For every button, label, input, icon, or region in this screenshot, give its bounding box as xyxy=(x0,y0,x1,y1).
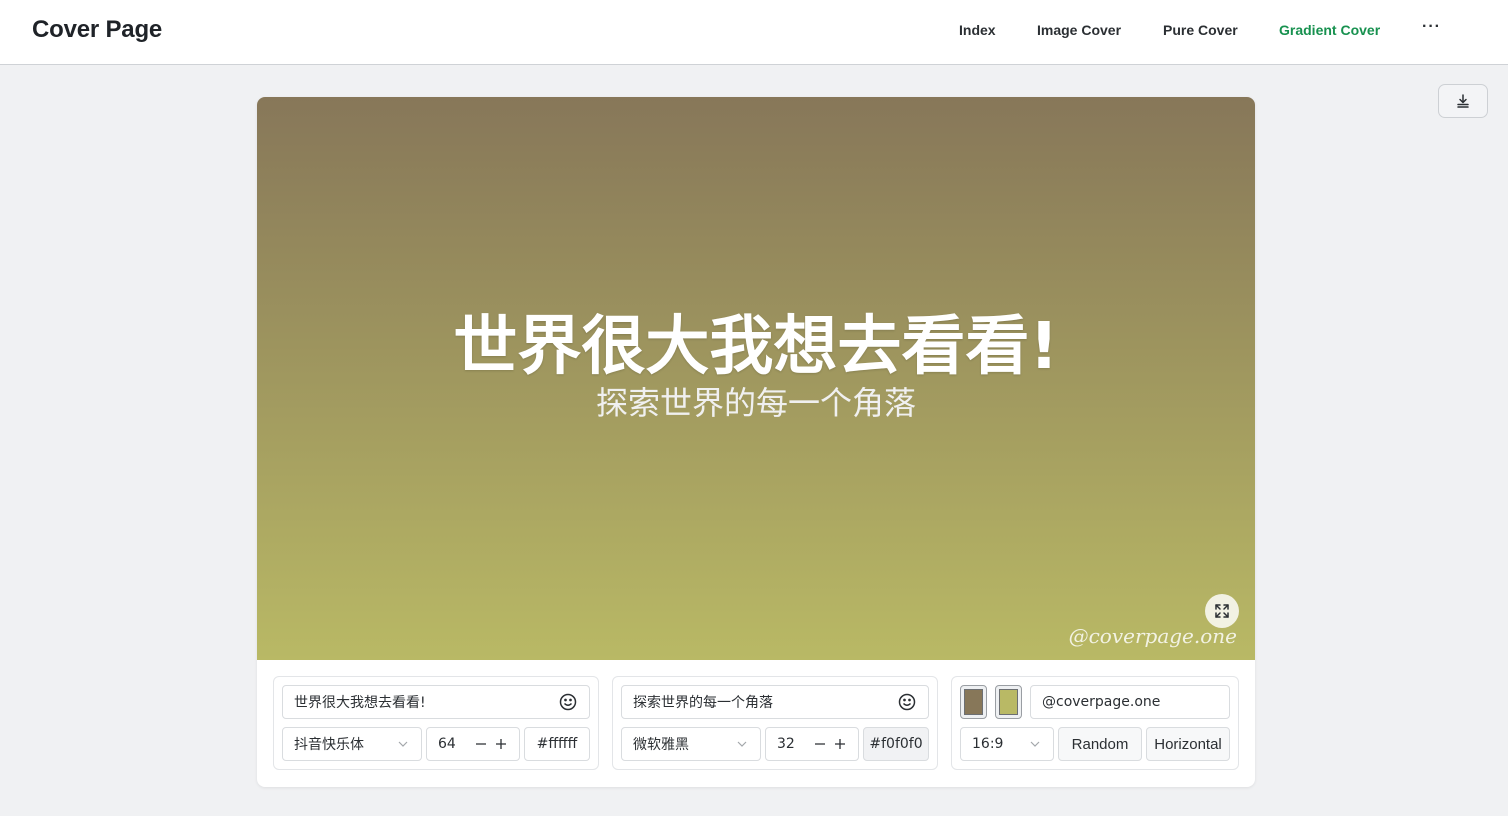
plus-icon[interactable] xyxy=(833,737,847,751)
cover-subtitle: 探索世界的每一个角落 xyxy=(595,384,916,422)
chevron-down-icon xyxy=(1028,737,1042,751)
cover-preview: 世界很大我想去看看! 探索世界的每一个角落 @coverpage.one xyxy=(257,97,1255,660)
smiley-icon[interactable] xyxy=(897,692,917,712)
gradient-start-swatch xyxy=(964,689,983,715)
download-icon xyxy=(1457,94,1469,108)
aspect-ratio-select[interactable]: 16:9 xyxy=(960,727,1054,761)
subtitle-size-value: 32 xyxy=(777,736,795,752)
watermark-input[interactable]: @coverpage.one xyxy=(1030,685,1230,719)
minus-icon[interactable] xyxy=(813,737,827,751)
gradient-end-swatch xyxy=(999,689,1018,715)
subtitle-color-value: #f0f0f0 xyxy=(869,736,923,752)
subtitle-font-select[interactable]: 微软雅黑 xyxy=(621,727,761,761)
subtitle-font-value: 微软雅黑 xyxy=(633,737,689,753)
nav-item-pure-cover[interactable]: Pure Cover xyxy=(1163,22,1238,38)
title-font-value: 抖音快乐体 xyxy=(294,737,364,753)
cover-title: 世界很大我想去看看! xyxy=(453,310,1059,384)
expand-icon xyxy=(1215,604,1229,618)
subtitle-text-input[interactable]: 探索世界的每一个角落 xyxy=(621,685,929,719)
gradient-start-color-picker[interactable] xyxy=(960,685,987,719)
nav-item-gradient-cover[interactable]: Gradient Cover xyxy=(1279,22,1380,38)
title-font-select[interactable]: 抖音快乐体 xyxy=(282,727,422,761)
chevron-down-icon xyxy=(396,737,410,751)
gradient-end-color-picker[interactable] xyxy=(995,685,1022,719)
title-color-input[interactable]: #ffffff xyxy=(524,727,590,761)
chevron-down-icon xyxy=(735,737,749,751)
plus-icon[interactable] xyxy=(494,737,508,751)
download-button[interactable] xyxy=(1438,84,1488,118)
title-text-input[interactable]: 世界很大我想去看看! xyxy=(282,685,590,719)
nav-item-image-cover[interactable]: Image Cover xyxy=(1037,22,1121,38)
random-button[interactable]: Random xyxy=(1058,727,1142,761)
subtitle-text-value: 探索世界的每一个角落 xyxy=(633,695,773,711)
subtitle-color-input[interactable]: #f0f0f0 xyxy=(863,727,929,761)
subtitle-size-stepper[interactable]: 32 xyxy=(765,727,859,761)
title-size-value: 64 xyxy=(438,736,456,752)
title-size-stepper[interactable]: 64 xyxy=(426,727,520,761)
direction-button[interactable]: Horizontal xyxy=(1146,727,1230,761)
title-color-value: #ffffff xyxy=(536,736,578,752)
watermark-value: @coverpage.one xyxy=(1042,694,1161,710)
nav-item-index[interactable]: Index xyxy=(959,22,996,38)
top-navbar: Cover Page Index Image Cover Pure Cover … xyxy=(0,0,1508,65)
fullscreen-button[interactable] xyxy=(1205,594,1239,628)
minus-icon[interactable] xyxy=(474,737,488,751)
style-settings-panel: @coverpage.one 16:9 Random Horizontal xyxy=(951,676,1239,770)
cover-editor-card: 世界很大我想去看看! 探索世界的每一个角落 @coverpage.one 世界很… xyxy=(257,97,1255,787)
subtitle-settings-panel: 探索世界的每一个角落 微软雅黑 32 #f0f0f0 xyxy=(612,676,938,770)
more-menu-button[interactable]: ··· xyxy=(1422,18,1441,36)
title-text-value: 世界很大我想去看看! xyxy=(294,695,426,711)
aspect-ratio-value: 16:9 xyxy=(972,736,1004,752)
smiley-icon[interactable] xyxy=(558,692,578,712)
title-settings-panel: 世界很大我想去看看! 抖音快乐体 64 #ffffff xyxy=(273,676,599,770)
cover-watermark: @coverpage.one xyxy=(1068,624,1237,648)
app-title[interactable]: Cover Page xyxy=(32,16,162,44)
